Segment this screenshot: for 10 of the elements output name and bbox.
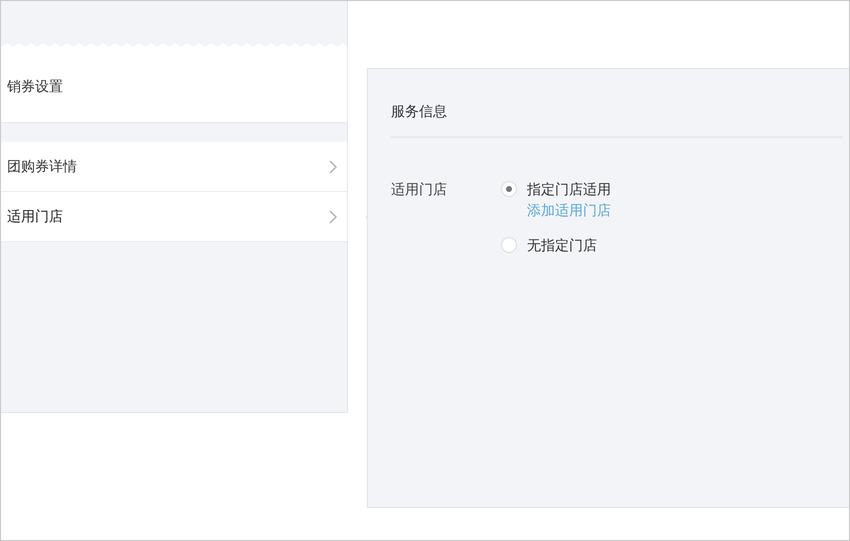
radio-option[interactable]: 无指定门店 xyxy=(501,234,611,256)
chevron-right-icon xyxy=(329,160,337,174)
field-label: 适用门店 xyxy=(391,180,448,199)
menu-item[interactable]: 团购券详情 xyxy=(1,142,347,192)
panel-title: 服务信息 xyxy=(391,103,447,119)
radio-option[interactable]: 指定门店适用 xyxy=(501,178,611,200)
radio-button[interactable] xyxy=(501,181,517,197)
section-title: 销券设置 xyxy=(7,77,63,96)
radio-button[interactable] xyxy=(501,237,517,253)
chevron-right-icon xyxy=(329,210,337,224)
